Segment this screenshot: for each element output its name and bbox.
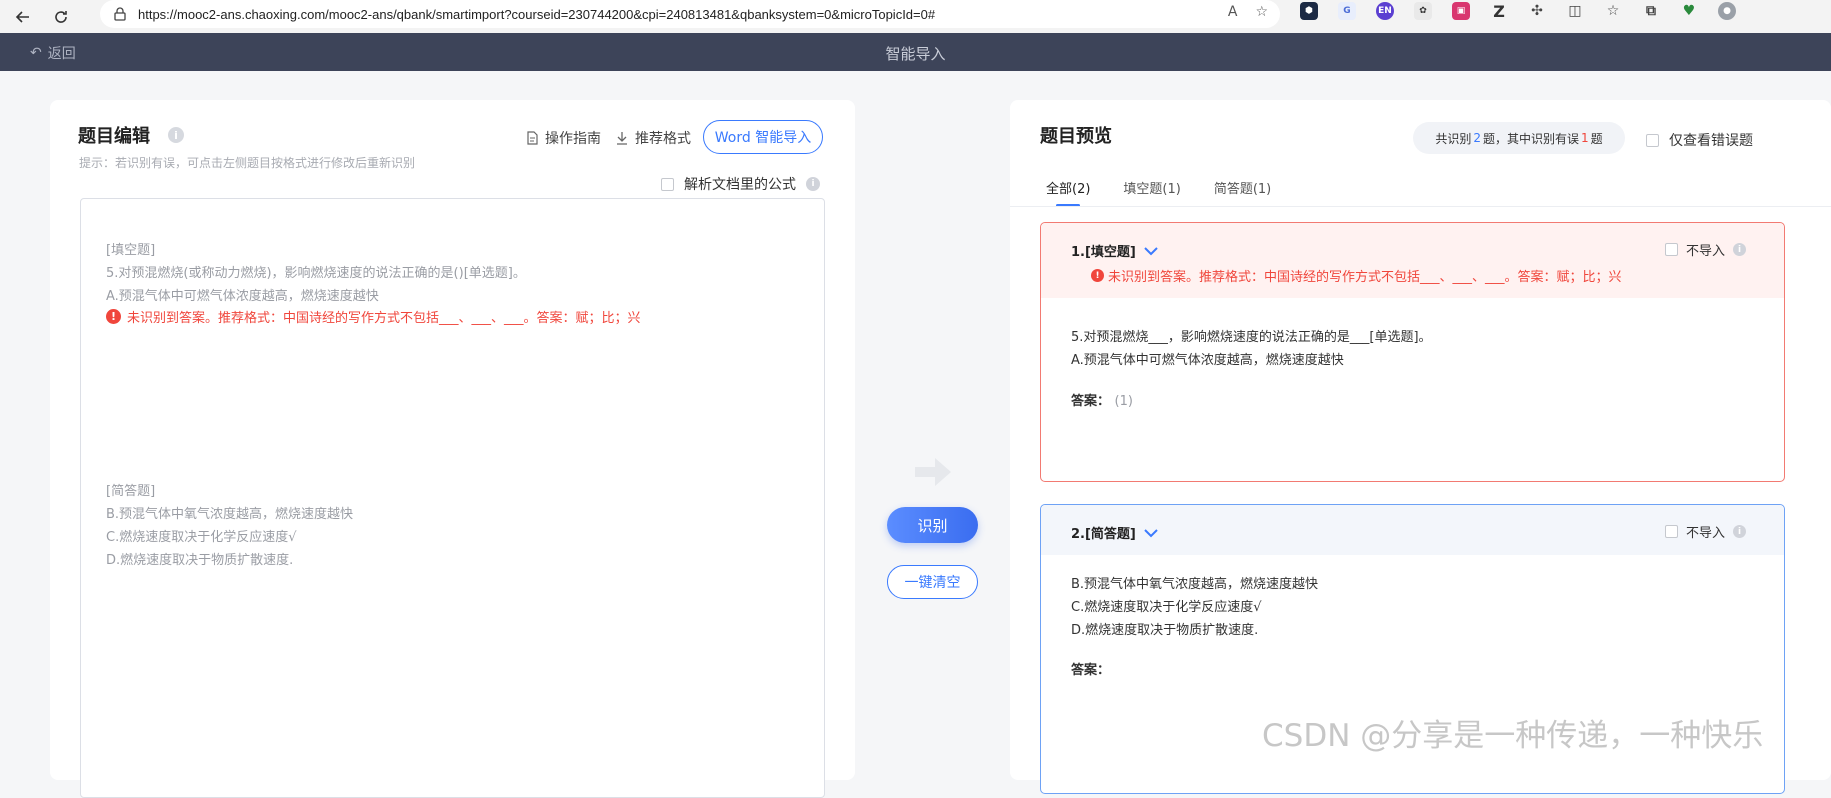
editor-line: [填空题] <box>106 243 156 258</box>
summary-mid: 题，其中识别有误 <box>1482 131 1579 146</box>
no-import-checkbox[interactable] <box>1664 525 1678 538</box>
collections-icon[interactable]: ⧉ <box>1642 2 1660 20</box>
only-errors-option[interactable]: 仅查看错误题 <box>1646 130 1753 150</box>
no-import-option[interactable]: 不导入 i <box>1664 522 1746 541</box>
editor-line: [简答题] <box>106 484 156 499</box>
parse-formula-label: 解析文档里的公式 <box>684 177 796 193</box>
no-import-info-icon[interactable]: i <box>1733 243 1746 256</box>
editor-panel: 题目编辑 i 提示：若识别有误，可点击左侧题目按格式进行修改后重新识别 操作指南… <box>50 100 855 798</box>
question-type-tabs: 全部(2) 填空题(1) 简答题(1) <box>1046 178 1271 207</box>
arrow-right-icon <box>915 458 951 486</box>
favorite-star-icon[interactable]: ☆ <box>1255 4 1268 20</box>
guide-link[interactable]: 操作指南 <box>525 128 601 148</box>
extension-openai-icon[interactable]: ✿ <box>1414 2 1432 20</box>
app-header: ↶ 返回 智能导入 <box>0 33 1831 71</box>
no-import-option[interactable]: 不导入 i <box>1664 240 1746 259</box>
answer-value: (1) <box>1114 394 1133 409</box>
refresh-icon[interactable] <box>46 5 76 29</box>
editor-title: 题目编辑 <box>78 126 150 147</box>
preview-title: 题目预览 <box>1040 126 1112 147</box>
chevron-down-icon[interactable] <box>1144 528 1158 538</box>
summary-total: 2 <box>1473 131 1481 145</box>
question-line: B.预混气体中氧气浓度越高，燃烧速度越快 <box>1071 577 1319 592</box>
editor-error-text: 未识别到答案。推荐格式：中国诗经的写作方式不包括___、___、___。答案：赋… <box>127 311 641 326</box>
error-icon: ! <box>106 309 121 324</box>
question-header <box>1041 223 1784 298</box>
info-icon[interactable]: i <box>168 127 184 143</box>
summary-prefix: 共识别 <box>1435 131 1472 146</box>
watermark: CSDN @分享是一种传递，一种快乐 <box>1262 718 1764 754</box>
word-import-button[interactable]: Word 智能导入 <box>703 120 823 154</box>
question-error-message: ! 未识别到答案。推荐格式：中国诗经的写作方式不包括___、___、___。答案… <box>1091 266 1622 285</box>
question-line: 5.对预混燃烧___，影响燃烧速度的说法正确的是___[单选题]。 <box>1071 330 1432 345</box>
profile-avatar[interactable]: ● <box>1718 2 1736 20</box>
tab-divider <box>1010 206 1831 207</box>
clear-all-button[interactable]: 一键清空 <box>887 565 978 599</box>
question-line: D.燃烧速度取决于物质扩散速度. <box>1071 623 1259 638</box>
extension-pink-icon[interactable]: ▣ <box>1452 2 1470 20</box>
tab-all[interactable]: 全部(2) <box>1046 178 1090 207</box>
no-import-label: 不导入 <box>1685 244 1725 259</box>
document-icon <box>527 131 538 145</box>
question-type[interactable]: 1.[填空题] <box>1071 241 1158 260</box>
download-icon <box>617 132 627 145</box>
no-import-label: 不导入 <box>1685 526 1725 541</box>
no-import-info-icon[interactable]: i <box>1733 525 1746 538</box>
split-screen-icon[interactable]: ◫ <box>1566 2 1584 20</box>
extensions-puzzle-icon[interactable]: ✣ <box>1528 2 1546 20</box>
question-card-error[interactable]: 1.[填空题] 不导入 i ! 未识别到答案。推荐格式：中国诗经的写作方式不包括… <box>1040 222 1785 482</box>
extension-hex-icon[interactable]: ⬢ <box>1300 2 1318 20</box>
format-label: 推荐格式 <box>635 131 691 147</box>
answer-label: 答案： <box>1071 663 1111 678</box>
question-editor[interactable]: [填空题] 5.对预混燃烧(或称动力燃烧)，影响燃烧速度的说法正确的是()[单选… <box>80 198 825 798</box>
recognition-summary: 共识别 2 题，其中识别有误 1 题 <box>1413 122 1625 154</box>
editor-hint: 提示：若识别有误，可点击左侧题目按格式进行修改后重新识别 <box>79 156 416 170</box>
extension-translate-icon[interactable]: G <box>1338 2 1356 20</box>
browser-toolbar: https://mooc2-ans.chaoxing.com/mooc2-ans… <box>0 0 1831 33</box>
extension-en-icon[interactable]: EN <box>1376 2 1394 20</box>
extension-z-icon[interactable]: Z <box>1490 2 1508 21</box>
only-errors-label: 仅查看错误题 <box>1669 133 1753 149</box>
no-import-checkbox[interactable] <box>1664 243 1678 256</box>
favorites-icon[interactable]: ☆ <box>1604 2 1622 20</box>
back-arrow-icon[interactable] <box>8 5 38 29</box>
editor-line: B.预混气体中氧气浓度越高，燃烧速度越快 <box>106 507 354 522</box>
question-line: C.燃烧速度取决于化学反应速度√ <box>1071 600 1262 615</box>
parse-formula-option[interactable]: 解析文档里的公式 i <box>661 174 820 194</box>
question-type-label: 1.[填空题] <box>1071 245 1136 260</box>
summary-suffix: 题 <box>1590 131 1603 146</box>
preview-panel: 题目预览 共识别 2 题，其中识别有误 1 题 仅查看错误题 全部(2) 填空题… <box>1010 100 1831 794</box>
editor-line: A.预混气体中可燃气体浓度越高，燃烧速度越快 <box>106 289 379 304</box>
parse-formula-checkbox[interactable] <box>661 177 674 191</box>
lock-icon <box>114 7 126 21</box>
url-text: https://mooc2-ans.chaoxing.com/mooc2-ans… <box>138 6 936 22</box>
question-error-text: 未识别到答案。推荐格式：中国诗经的写作方式不包括___、___、___。答案：赋… <box>1108 270 1622 285</box>
editor-line: 5.对预混燃烧(或称动力燃烧)，影响燃烧速度的说法正确的是()[单选题]。 <box>106 266 526 281</box>
performance-icon[interactable]: ♥ <box>1680 2 1698 20</box>
tab-fill-blank[interactable]: 填空题(1) <box>1123 178 1180 207</box>
tab-short-answer[interactable]: 简答题(1) <box>1214 178 1271 207</box>
question-type[interactable]: 2.[简答题] <box>1071 523 1158 542</box>
question-type-label: 2.[简答题] <box>1071 527 1136 542</box>
chevron-down-icon[interactable] <box>1144 246 1158 256</box>
editor-line: C.燃烧速度取决于化学反应速度√ <box>106 530 297 545</box>
editor-error-message: ! 未识别到答案。推荐格式：中国诗经的写作方式不包括___、___、___。答案… <box>106 307 641 326</box>
format-link[interactable]: 推荐格式 <box>615 128 691 148</box>
editor-line: D.燃烧速度取决于物质扩散速度. <box>106 553 294 568</box>
answer-row: 答案： (1) <box>1071 390 1133 409</box>
error-icon: ! <box>1091 269 1104 282</box>
address-bar[interactable]: https://mooc2-ans.chaoxing.com/mooc2-ans… <box>100 0 1280 28</box>
summary-errors: 1 <box>1581 131 1589 145</box>
answer-label: 答案： <box>1071 394 1111 409</box>
formula-info-icon[interactable]: i <box>806 177 820 191</box>
only-errors-checkbox[interactable] <box>1646 133 1659 147</box>
read-aloud-icon[interactable]: A <box>1228 4 1238 20</box>
question-line: A.预混气体中可燃气体浓度越高，燃烧速度越快 <box>1071 353 1344 368</box>
guide-label: 操作指南 <box>545 131 601 147</box>
page-title: 智能导入 <box>885 45 946 63</box>
identify-button[interactable]: 识别 <box>887 507 978 543</box>
